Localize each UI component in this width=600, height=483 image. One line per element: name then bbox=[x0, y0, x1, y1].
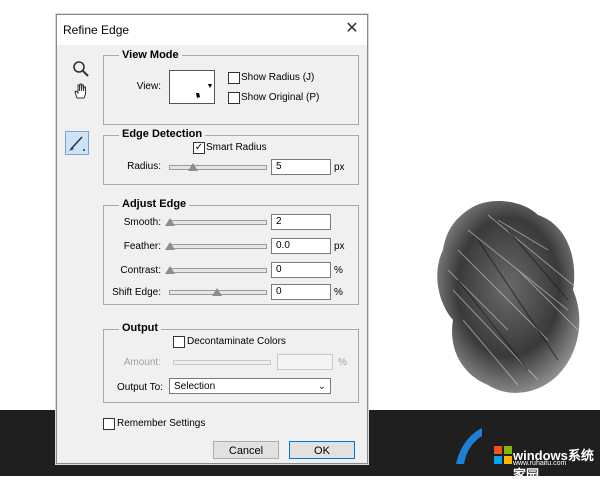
view-preview-thumbnail[interactable] bbox=[169, 70, 207, 104]
watermark-url: www.ruhaitu.com bbox=[513, 460, 567, 467]
decontaminate-label: Decontaminate Colors bbox=[187, 336, 286, 347]
show-radius-label: Show Radius (J) bbox=[241, 72, 315, 83]
contrast-label: Contrast: bbox=[120, 265, 161, 276]
remember-settings-checkbox[interactable] bbox=[103, 418, 115, 430]
show-radius-checkbox[interactable] bbox=[228, 72, 240, 84]
ok-button[interactable]: OK bbox=[289, 441, 355, 459]
amount-input bbox=[277, 354, 333, 370]
feather-unit: px bbox=[334, 241, 345, 252]
contrast-slider-thumb[interactable] bbox=[165, 266, 175, 274]
shift-edge-slider-thumb[interactable] bbox=[212, 288, 222, 296]
view-mode-title: View Mode bbox=[119, 49, 182, 61]
amount-slider-track bbox=[173, 360, 271, 365]
shift-edge-input[interactable]: 0 bbox=[271, 284, 331, 300]
chevron-down-icon: ⌄ bbox=[317, 381, 326, 392]
show-original-label: Show Original (P) bbox=[241, 92, 320, 103]
smart-radius-checkbox[interactable]: ✓ bbox=[193, 142, 205, 154]
radius-slider-thumb[interactable] bbox=[188, 163, 198, 171]
hand-tool-icon[interactable] bbox=[71, 81, 91, 101]
view-label: View: bbox=[136, 81, 161, 92]
radius-unit: px bbox=[334, 162, 345, 173]
adjust-edge-title: Adjust Edge bbox=[119, 198, 190, 210]
shift-edge-label: Shift Edge: bbox=[112, 287, 161, 298]
edge-detection-title: Edge Detection bbox=[119, 128, 206, 140]
brush-icon bbox=[69, 136, 85, 151]
cancel-button[interactable]: Cancel bbox=[213, 441, 279, 459]
watermark-swoosh bbox=[456, 428, 482, 464]
radius-input[interactable]: 5 bbox=[271, 159, 331, 175]
feather-slider-track[interactable] bbox=[169, 244, 267, 249]
close-icon[interactable]: ✕ bbox=[343, 19, 361, 39]
radius-label: Radius: bbox=[127, 161, 161, 172]
zoom-tool-icon[interactable] bbox=[71, 59, 91, 79]
output-to-value: Selection bbox=[174, 381, 216, 392]
output-to-label: Output To: bbox=[117, 382, 163, 393]
view-dropdown-arrow-icon[interactable]: ▼ bbox=[206, 70, 215, 104]
amount-unit: % bbox=[338, 357, 347, 368]
show-original-checkbox[interactable] bbox=[228, 92, 240, 104]
feather-label: Feather: bbox=[123, 241, 161, 252]
smooth-input[interactable]: 2 bbox=[271, 214, 331, 230]
masked-plant-image bbox=[437, 200, 580, 393]
windows-logo-icon bbox=[494, 446, 512, 464]
smooth-slider-track[interactable] bbox=[169, 220, 267, 225]
output-title: Output bbox=[119, 322, 162, 334]
contrast-slider-track[interactable] bbox=[169, 268, 267, 273]
decontaminate-checkbox[interactable] bbox=[173, 336, 185, 348]
output-to-select[interactable]: Selection ⌄ bbox=[169, 378, 331, 394]
shift-edge-unit: % bbox=[334, 287, 343, 298]
amount-label: Amount: bbox=[123, 357, 161, 368]
title-bar[interactable]: Refine Edge ✕ bbox=[57, 15, 367, 45]
refine-edge-dialog: Refine Edge ✕ View Mode View: ▼ Show Rad… bbox=[56, 14, 368, 464]
smooth-slider-thumb[interactable] bbox=[165, 218, 175, 226]
smart-radius-label: Smart Radius bbox=[206, 142, 267, 153]
contrast-unit: % bbox=[334, 265, 343, 276]
radius-slider-track[interactable] bbox=[169, 165, 267, 170]
feather-slider-thumb[interactable] bbox=[165, 242, 175, 250]
refine-radius-tool-button[interactable] bbox=[65, 131, 89, 155]
feather-input[interactable]: 0.0 bbox=[271, 238, 331, 254]
smooth-label: Smooth: bbox=[123, 217, 161, 228]
contrast-input[interactable]: 0 bbox=[271, 262, 331, 278]
dialog-title: Refine Edge bbox=[63, 23, 130, 37]
preview-mark-icon bbox=[196, 93, 200, 98]
remember-settings-label: Remember Settings bbox=[117, 418, 206, 429]
